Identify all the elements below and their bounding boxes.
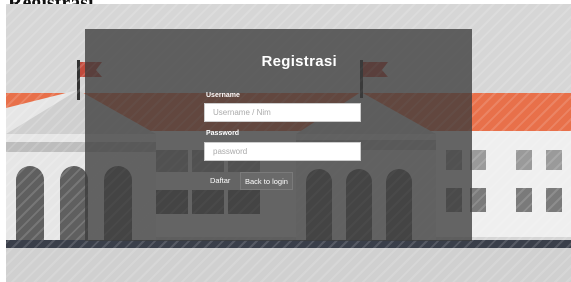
password-label: Password xyxy=(206,130,240,137)
registration-title: Registrasi xyxy=(261,53,337,70)
username-input[interactable] xyxy=(204,103,361,122)
background-illustration: Registrasi Username Password Daftar Back… xyxy=(6,4,571,282)
username-label: Username xyxy=(206,92,240,99)
back-to-login-button[interactable]: Back to login xyxy=(240,172,293,190)
password-input[interactable] xyxy=(204,142,361,161)
registration-panel: Registrasi Username Password Daftar Back… xyxy=(85,29,472,241)
register-button[interactable]: Daftar xyxy=(206,172,234,190)
